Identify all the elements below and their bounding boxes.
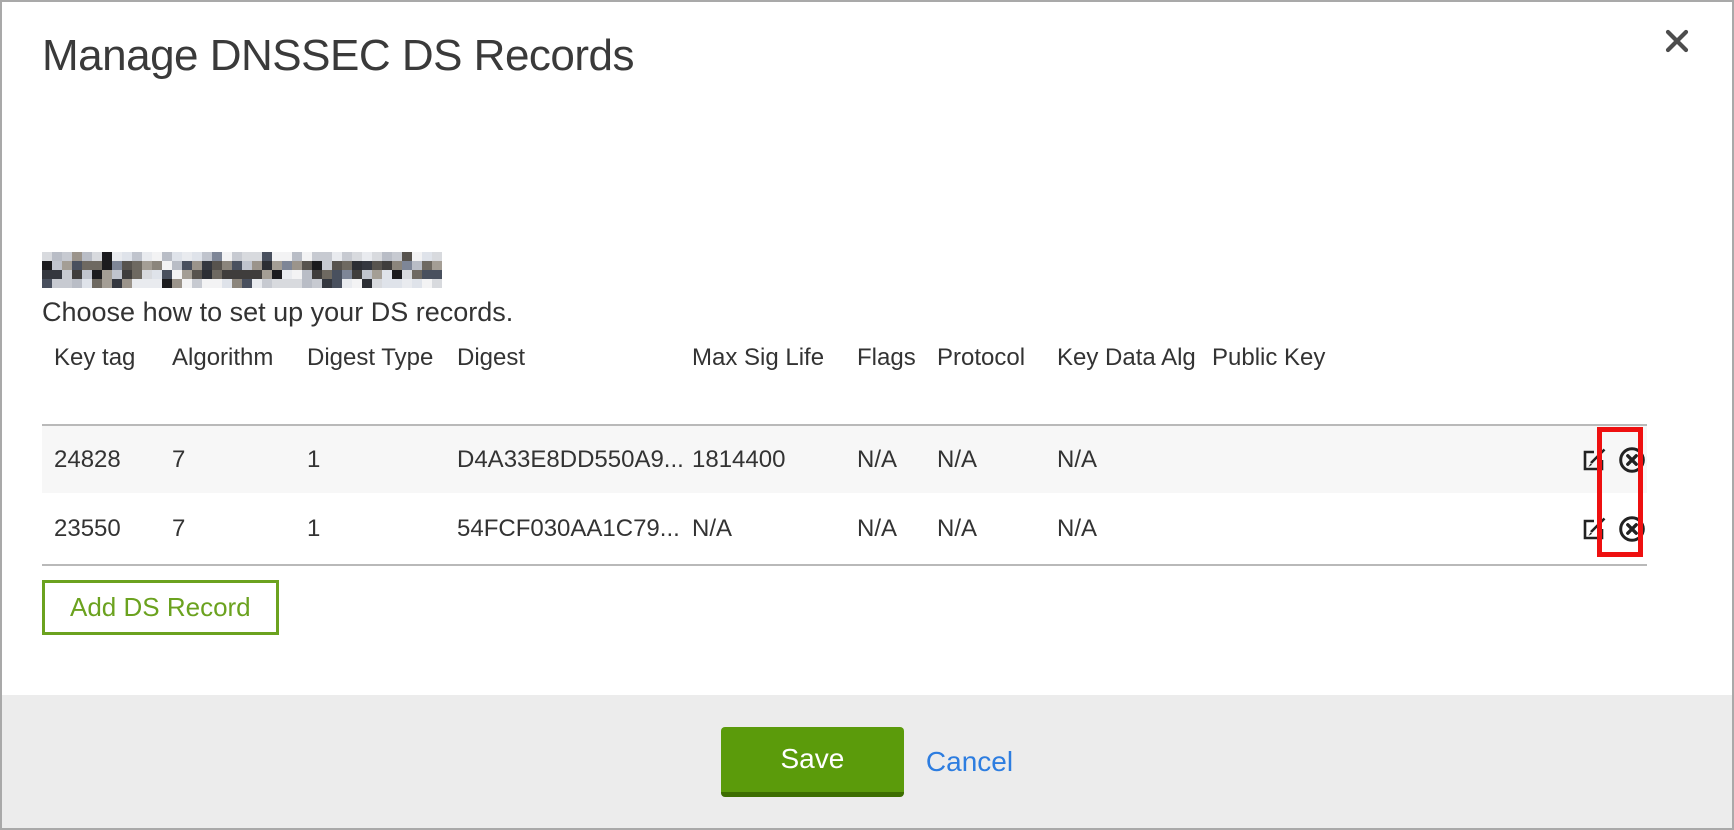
page-title: Manage DNSSEC DS Records bbox=[42, 30, 1692, 82]
cell-digest-type: 1 bbox=[307, 493, 457, 565]
cell-algorithm: 7 bbox=[172, 493, 307, 565]
header-digest: Digest bbox=[457, 344, 692, 425]
cell-protocol: N/A bbox=[937, 425, 1057, 493]
header-flags: Flags bbox=[857, 344, 937, 425]
cell-public-key bbox=[1212, 493, 1581, 565]
delete-record-icon[interactable] bbox=[1617, 514, 1647, 544]
cell-actions bbox=[1581, 493, 1647, 565]
close-icon[interactable] bbox=[1662, 26, 1694, 58]
instruction-text: Choose how to set up your DS records. bbox=[42, 297, 1692, 328]
manage-dnssec-modal: Manage DNSSEC DS Records Choose how to s… bbox=[0, 0, 1734, 830]
header-public-key: Public Key bbox=[1212, 344, 1581, 425]
cell-digest: 54FCF030AA1C79... bbox=[457, 493, 692, 565]
header-key-tag: Key tag bbox=[42, 344, 172, 425]
cell-key-data-alg: N/A bbox=[1057, 425, 1212, 493]
cell-digest-type: 1 bbox=[307, 425, 457, 493]
cell-digest: D4A33E8DD550A9... bbox=[457, 425, 692, 493]
header-actions bbox=[1581, 344, 1647, 425]
table-row: 24828 7 1 D4A33E8DD550A9... 1814400 N/A … bbox=[42, 425, 1647, 493]
cell-protocol: N/A bbox=[937, 493, 1057, 565]
save-button[interactable]: Save bbox=[721, 727, 904, 797]
delete-record-icon[interactable] bbox=[1617, 445, 1647, 475]
edit-record-icon[interactable] bbox=[1581, 446, 1608, 473]
cell-max-sig-life: 1814400 bbox=[692, 425, 857, 493]
header-max-sig-life: Max Sig Life bbox=[692, 344, 857, 425]
cell-actions bbox=[1581, 425, 1647, 493]
header-key-data-alg: Key Data Alg bbox=[1057, 344, 1212, 425]
cell-algorithm: 7 bbox=[172, 425, 307, 493]
modal-footer: Save Cancel bbox=[2, 695, 1732, 828]
redacted-domain-text bbox=[42, 252, 442, 288]
cancel-button[interactable]: Cancel bbox=[926, 746, 1013, 778]
header-protocol: Protocol bbox=[937, 344, 1057, 425]
table-row: 23550 7 1 54FCF030AA1C79... N/A N/A N/A … bbox=[42, 493, 1647, 565]
cell-key-tag: 23550 bbox=[42, 493, 172, 565]
ds-records-table: Key tag Algorithm Digest Type Digest Max… bbox=[42, 344, 1647, 566]
cell-key-data-alg: N/A bbox=[1057, 493, 1212, 565]
add-ds-record-button[interactable]: Add DS Record bbox=[42, 580, 279, 635]
cell-key-tag: 24828 bbox=[42, 425, 172, 493]
cell-flags: N/A bbox=[857, 493, 937, 565]
cell-flags: N/A bbox=[857, 425, 937, 493]
header-digest-type: Digest Type bbox=[307, 344, 457, 425]
edit-record-icon[interactable] bbox=[1581, 515, 1608, 542]
cell-max-sig-life: N/A bbox=[692, 493, 857, 565]
cell-public-key bbox=[1212, 425, 1581, 493]
header-algorithm: Algorithm bbox=[172, 344, 307, 425]
table-header-row: Key tag Algorithm Digest Type Digest Max… bbox=[42, 344, 1647, 425]
